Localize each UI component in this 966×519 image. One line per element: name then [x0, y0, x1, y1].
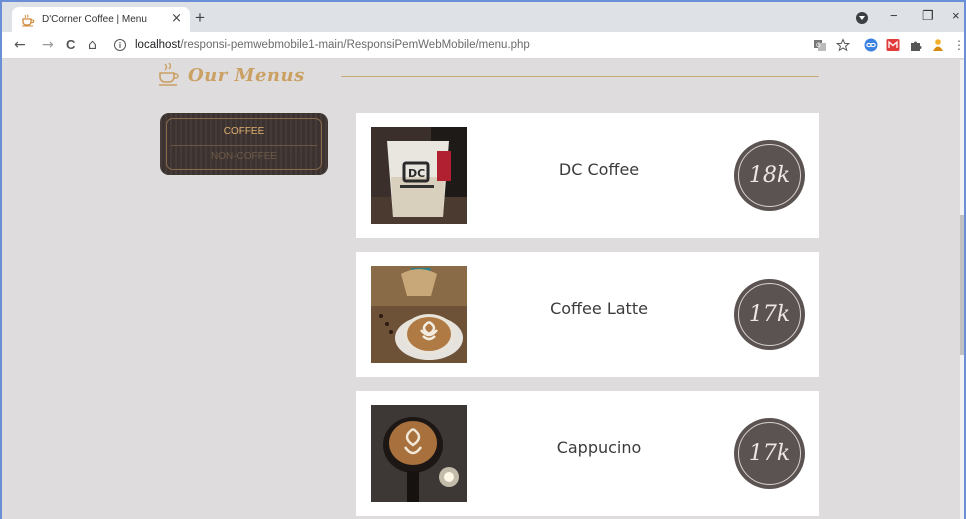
menu-heading: Our Menus	[158, 62, 305, 88]
site-info-icon[interactable]: i	[114, 39, 126, 51]
page-content: Our Menus COFFEE NON-COFFEE DC DC Coffee…	[2, 60, 964, 519]
extension-link-icon[interactable]	[864, 38, 878, 52]
category-non-coffee-link[interactable]: NON-COFFEE	[167, 151, 321, 162]
price-badge: 18k	[734, 140, 805, 211]
profile-avatar-icon[interactable]	[931, 38, 945, 52]
restore-button[interactable]: ❐	[922, 8, 934, 24]
tab-title: D'Corner Coffee | Menu	[42, 14, 147, 25]
browser-window: D'Corner Coffee | Menu × + − ❐ × ← → C ⌂…	[0, 0, 966, 519]
forward-button[interactable]: →	[42, 36, 54, 54]
url-path: /responsi-pemwebmobile1-main/ResponsiPem…	[180, 39, 530, 51]
page-scrollbar[interactable]	[960, 60, 964, 519]
heading-divider	[341, 76, 819, 77]
coffee-cup-icon	[159, 62, 179, 86]
tab-close-icon[interactable]: ×	[171, 11, 182, 27]
coffee-latte-image	[371, 266, 467, 363]
tab-search-icon[interactable]	[856, 12, 868, 24]
menu-card[interactable]: Coffee Latte 17k	[356, 252, 819, 377]
menu-item-name: Cappucino	[556, 438, 642, 457]
page-title: Our Menus	[188, 64, 305, 86]
price-label: 18k	[748, 163, 791, 188]
svg-text:DC: DC	[408, 167, 425, 180]
price-ring: 17k	[738, 283, 801, 346]
url-text: localhost/responsi-pemwebmobile1-main/Re…	[135, 39, 530, 51]
browser-toolbar: ← → C ⌂ i localhost/responsi-pemwebmobil…	[2, 32, 964, 59]
price-badge: 17k	[734, 279, 805, 350]
category-menu-border: COFFEE NON-COFFEE	[166, 118, 322, 170]
translate-icon[interactable]: G	[813, 38, 827, 52]
menu-item-name: DC Coffee	[558, 160, 640, 179]
menu-item-name: Coffee Latte	[550, 299, 648, 318]
cappucino-image	[371, 405, 467, 502]
scrollbar-thumb[interactable]	[960, 215, 964, 355]
price-badge: 17k	[734, 418, 805, 489]
coffee-cup-favicon-icon	[22, 13, 35, 26]
close-window-button[interactable]: ×	[952, 8, 960, 23]
browser-menu-icon[interactable]: ⋮	[953, 36, 964, 54]
bookmark-star-icon[interactable]	[836, 38, 850, 52]
price-label: 17k	[748, 302, 791, 327]
new-tab-button[interactable]: +	[195, 9, 205, 26]
menu-card[interactable]: DC DC Coffee 18k	[356, 113, 819, 238]
browser-tab[interactable]: D'Corner Coffee | Menu ×	[12, 7, 190, 32]
dc-coffee-image: DC	[371, 127, 467, 224]
menu-card[interactable]: Cappucino 17k	[356, 391, 819, 516]
extension-mail-icon[interactable]	[886, 38, 900, 52]
url-host: localhost	[135, 39, 181, 51]
svg-text:G: G	[816, 42, 821, 49]
price-ring: 18k	[738, 144, 801, 207]
category-divider	[171, 145, 317, 146]
address-bar[interactable]: i localhost/responsi-pemwebmobile1-main/…	[114, 34, 828, 56]
price-label: 17k	[748, 441, 791, 466]
category-coffee-link[interactable]: COFFEE	[167, 126, 321, 137]
category-menu: COFFEE NON-COFFEE	[160, 113, 328, 175]
back-button[interactable]: ←	[14, 36, 26, 54]
tab-strip: D'Corner Coffee | Menu × + − ❐ ×	[2, 2, 964, 32]
home-button[interactable]: ⌂	[88, 36, 97, 54]
minimize-button[interactable]: −	[890, 8, 898, 23]
price-ring: 17k	[738, 422, 801, 485]
extensions-puzzle-icon[interactable]	[909, 38, 923, 52]
reload-button[interactable]: C	[66, 36, 75, 54]
